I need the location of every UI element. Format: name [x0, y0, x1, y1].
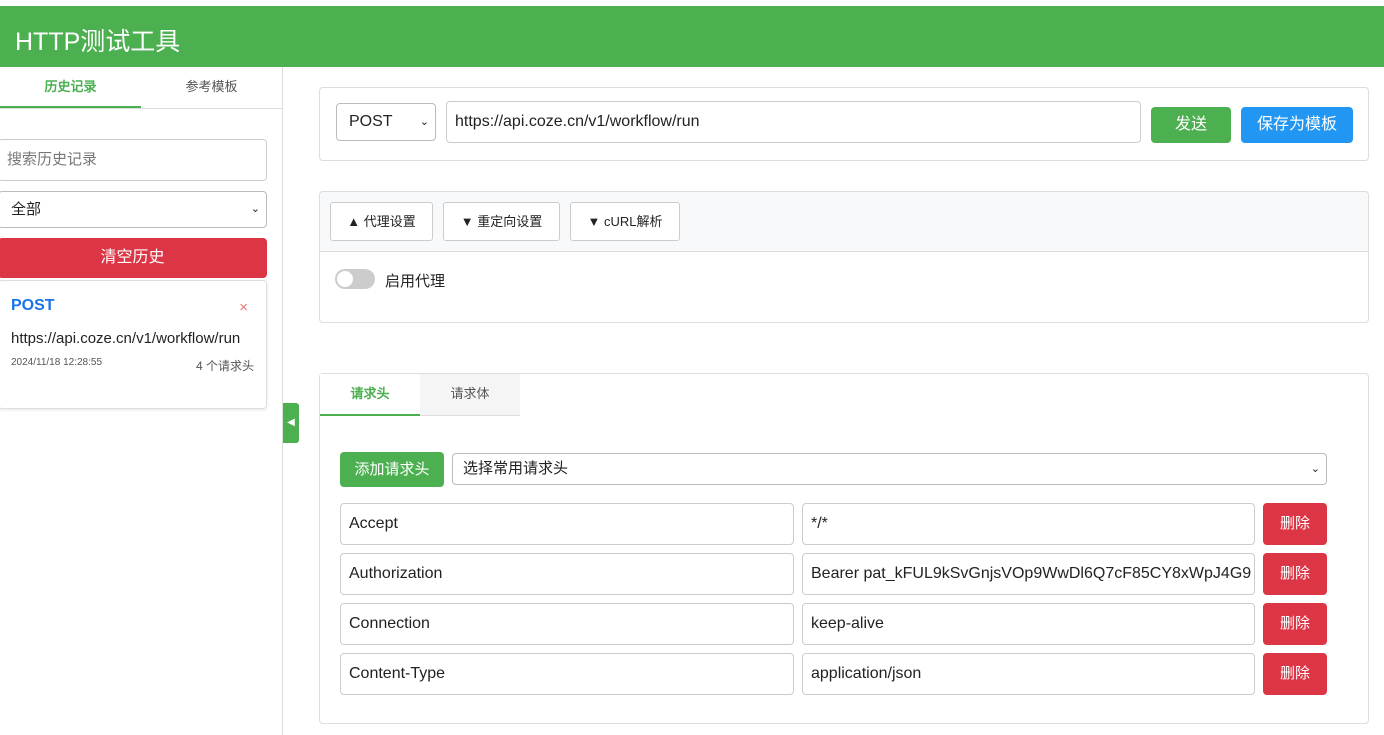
url-input[interactable]: https://api.coze.cn/v1/workflow/run	[446, 101, 1141, 143]
proxy-label: 启用代理	[385, 273, 446, 290]
chevron-down-icon: ⌄	[419, 116, 429, 128]
send-button[interactable]: 发送	[1151, 107, 1231, 143]
header-key-input[interactable]: Authorization	[340, 553, 794, 595]
header-key-input[interactable]: Content-Type	[340, 653, 794, 695]
collapse-sidebar-button[interactable]: ◀	[283, 403, 299, 443]
method-value: POST	[349, 113, 393, 130]
save-template-button[interactable]: 保存为模板	[1241, 107, 1353, 143]
tab-request-headers[interactable]: 请求头	[320, 374, 420, 416]
tab-proxy-settings[interactable]: ▲ 代理设置	[330, 202, 433, 241]
header-value-input[interactable]: Bearer pat_kFUL9kSvGnjsVOp9WwDl6Q7cF85CY…	[802, 553, 1255, 595]
delete-header-button[interactable]: 删除	[1263, 653, 1327, 695]
header-key-input[interactable]: Accept	[340, 503, 794, 545]
history-method: POST	[11, 297, 55, 314]
app-title: HTTP测试工具	[15, 28, 181, 56]
chevron-down-icon: ⌄	[1310, 463, 1320, 475]
header-key-input[interactable]: Connection	[340, 603, 794, 645]
tab-request-body[interactable]: 请求体	[420, 374, 520, 416]
close-icon[interactable]: ×	[239, 299, 248, 316]
history-time: 2024/11/18 12:28:55	[11, 357, 103, 368]
filter-value: 全部	[11, 201, 42, 218]
header-value-input[interactable]: application/json	[802, 653, 1255, 695]
history-url: https://api.coze.cn/v1/workflow/run	[11, 330, 241, 347]
request-detail-panel: 请求头 请求体 添加请求头 选择常用请求头 ⌄ Accept */* 删除 Auth…	[319, 373, 1369, 724]
proxy-toggle[interactable]	[335, 269, 375, 289]
options-panel: ▲ 代理设置 ▼ 重定向设置 ▼ cURL解析 启用代理	[319, 191, 1369, 323]
tab-templates[interactable]: 参考模板	[141, 67, 282, 108]
history-item[interactable]: POST × https://api.coze.cn/v1/workflow/r…	[0, 280, 267, 409]
header-value-input[interactable]: */*	[802, 503, 1255, 545]
chevron-down-icon: ⌄	[250, 203, 260, 215]
search-history-input[interactable]: 搜索历史记录	[0, 139, 267, 181]
method-select[interactable]: POST ⌄	[336, 103, 436, 141]
history-header-count: 4 个请求头	[195, 359, 254, 373]
tab-curl-parse[interactable]: ▼ cURL解析	[570, 202, 680, 241]
delete-header-button[interactable]: 删除	[1263, 503, 1327, 545]
app-header: HTTP测试工具	[0, 6, 1384, 67]
clear-history-button[interactable]: 清空历史	[0, 238, 267, 278]
common-headers-select[interactable]: 选择常用请求头 ⌄	[452, 453, 1327, 485]
tab-redirect-settings[interactable]: ▼ 重定向设置	[443, 202, 560, 241]
add-header-button[interactable]: 添加请求头	[340, 452, 444, 487]
delete-header-button[interactable]: 删除	[1263, 553, 1327, 595]
tab-history[interactable]: 历史记录	[0, 67, 141, 108]
sidebar: 历史记录 参考模板 搜索历史记录 全部 ⌄ 清空历史 POST × https:/…	[0, 67, 283, 735]
history-filter-select[interactable]: 全部 ⌄	[0, 191, 267, 228]
common-headers-value: 选择常用请求头	[463, 460, 569, 477]
request-bar: POST ⌄ https://api.coze.cn/v1/workflow/ru…	[319, 87, 1369, 161]
header-value-input[interactable]: keep-alive	[802, 603, 1255, 645]
delete-header-button[interactable]: 删除	[1263, 603, 1327, 645]
